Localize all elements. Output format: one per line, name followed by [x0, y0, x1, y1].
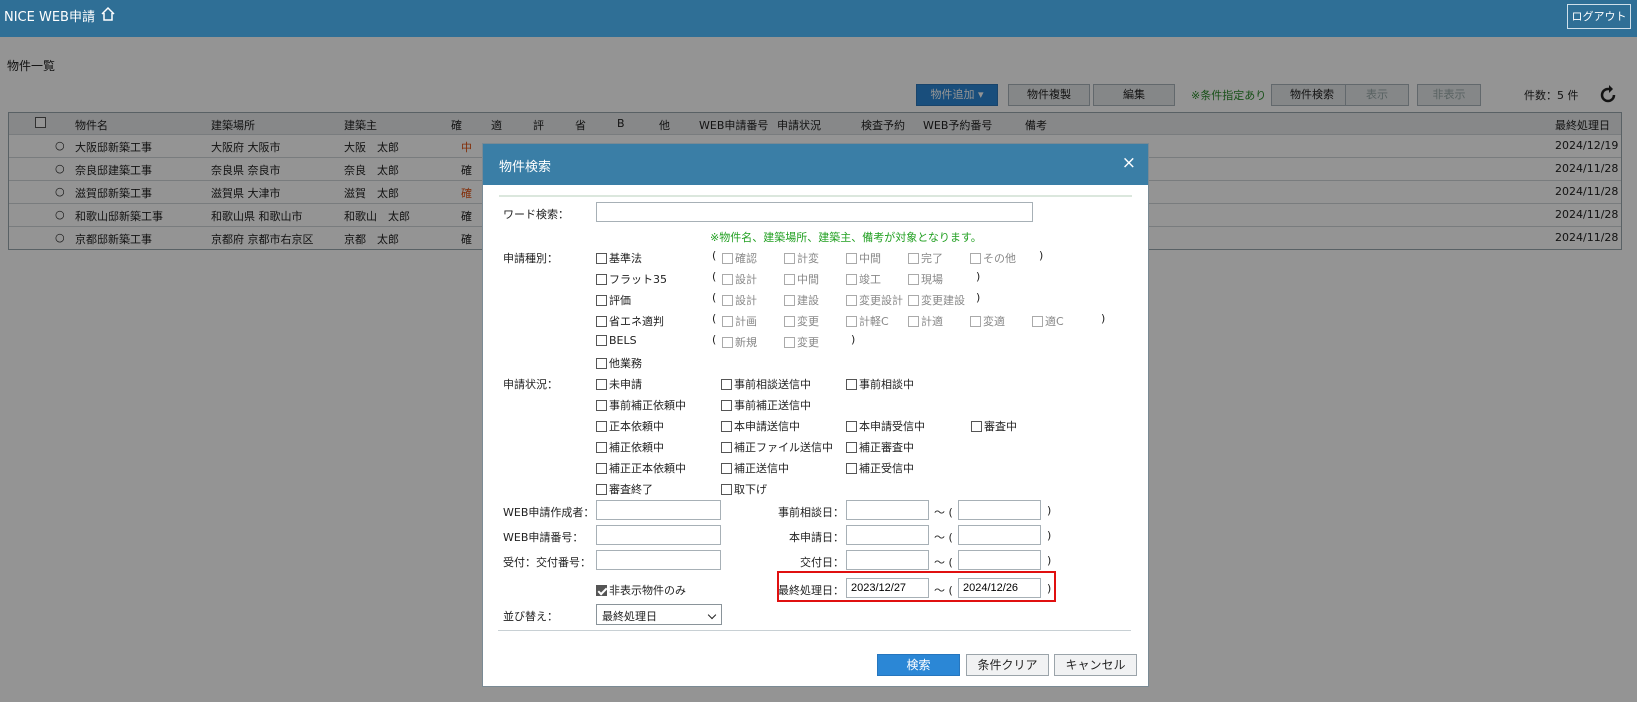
checkbox-status[interactable]: 本申請受信中	[846, 418, 925, 434]
paren-open: (	[712, 312, 717, 325]
checkbox-sub[interactable]: 設計	[722, 292, 757, 308]
checkbox-sub[interactable]: 中間	[784, 271, 819, 287]
checkbox-sub[interactable]: 計画	[722, 313, 757, 329]
checkbox-sub[interactable]: 現場	[908, 271, 943, 287]
checkbox-status[interactable]: 審査中	[971, 418, 1017, 434]
checkbox-sub[interactable]: 設計	[722, 271, 757, 287]
status-label: 申請状況：	[503, 378, 558, 391]
creator-input[interactable]	[596, 500, 721, 520]
checkbox-status[interactable]: 本申請送信中	[721, 418, 800, 434]
highlight-box	[777, 571, 1056, 602]
checkbox-sub[interactable]: 変更	[784, 334, 819, 350]
checkbox-sub[interactable]: 変更建設	[908, 292, 965, 308]
sort-select[interactable]: 最終処理日	[596, 604, 722, 625]
checkbox-sub[interactable]: その他	[970, 250, 1016, 266]
checkbox-status[interactable]: 事前補正送信中	[721, 397, 811, 413]
app-title: NICE WEB申請	[4, 10, 95, 25]
checkbox-kijunho[interactable]: 基準法	[596, 250, 642, 266]
checkbox-sub[interactable]: 確認	[722, 250, 757, 266]
checkbox-sub[interactable]: 建設	[784, 292, 819, 308]
range-end: )	[1047, 504, 1052, 517]
checkbox-status[interactable]: 補正ファイル送信中	[721, 439, 833, 455]
checkbox-status[interactable]: 審査終了	[596, 481, 653, 497]
checkbox-sub[interactable]: 変適	[970, 313, 1005, 329]
checkbox-status[interactable]: 事前相談中	[846, 376, 914, 392]
checkbox-status[interactable]: 未申請	[596, 376, 642, 392]
word-search-note: ※物件名、建築場所、建築主、備考が対象となります。	[710, 231, 982, 244]
checkbox-sub[interactable]: 計適	[908, 313, 943, 329]
web-number-label: WEB申請番号：	[503, 531, 584, 544]
paren-close: )	[1039, 249, 1044, 262]
checkbox-flat35[interactable]: フラット35	[596, 271, 667, 287]
checkbox-bels[interactable]: BELS	[596, 334, 637, 347]
issue-date-from[interactable]	[846, 550, 929, 570]
checkbox-sub[interactable]: 計変	[784, 250, 819, 266]
web-number-input[interactable]	[596, 525, 721, 545]
paren-close: )	[1101, 312, 1106, 325]
checkbox-status[interactable]: 補正送信中	[721, 460, 789, 476]
checkbox-status[interactable]: 事前補正依頼中	[596, 397, 686, 413]
range-separator: ～ (	[934, 506, 953, 519]
paren-close: )	[976, 270, 981, 283]
search-dialog: 物件検索 ×	[482, 143, 1149, 687]
application-type-label: 申請種別：	[503, 252, 558, 265]
paren-open: (	[712, 333, 717, 346]
range-separator: ～ (	[934, 531, 953, 544]
close-icon[interactable]: ×	[1122, 154, 1136, 172]
main-app-date-label: 本申請日：	[789, 531, 844, 544]
divider	[498, 630, 1131, 631]
checkbox-status[interactable]: 事前相談送信中	[721, 376, 811, 392]
checkbox-sub[interactable]: 中間	[846, 250, 881, 266]
main-app-date-to[interactable]	[958, 525, 1041, 545]
cancel-button[interactable]: キャンセル	[1054, 654, 1137, 676]
chevron-down-icon	[707, 610, 717, 620]
checkbox-hyoka[interactable]: 評価	[596, 292, 631, 308]
checkbox-status[interactable]: 補正受信中	[846, 460, 914, 476]
checkbox-status[interactable]: 補正正本依頼中	[596, 460, 686, 476]
creator-label: WEB申請作成者：	[503, 506, 595, 519]
dialog-header: 物件検索 ×	[483, 144, 1148, 185]
range-end: )	[1047, 529, 1052, 542]
checkbox-sub[interactable]: 変更設計	[846, 292, 903, 308]
receipt-number-label: 受付：交付番号：	[503, 556, 591, 569]
checkbox-sub[interactable]: 変更	[784, 313, 819, 329]
divider	[499, 195, 1132, 197]
top-bar: NICE WEB申請 ログアウト	[0, 0, 1637, 37]
word-search-input[interactable]	[596, 202, 1033, 222]
sort-label: 並び替え：	[503, 610, 558, 623]
home-icon[interactable]	[100, 6, 116, 22]
paren-close: )	[851, 333, 856, 346]
pre-consult-date-to[interactable]	[958, 500, 1041, 520]
checkbox-sub[interactable]: 竣工	[846, 271, 881, 287]
clear-conditions-button[interactable]: 条件クリア	[966, 654, 1049, 676]
hidden-only-checkbox[interactable]: 非表示物件のみ	[596, 582, 686, 598]
paren-open: (	[712, 270, 717, 283]
checkbox-sub[interactable]: 新規	[722, 334, 757, 350]
main-app-date-from[interactable]	[846, 525, 929, 545]
checkbox-sub[interactable]: 適C	[1032, 313, 1064, 329]
checkbox-shoene[interactable]: 省エネ適判	[596, 313, 664, 329]
issue-date-label: 交付日：	[800, 556, 844, 569]
checkbox-sub[interactable]: 完了	[908, 250, 943, 266]
range-separator: ～ (	[934, 556, 953, 569]
logout-button[interactable]: ログアウト	[1567, 4, 1631, 29]
checkbox-status[interactable]: 補正審査中	[846, 439, 914, 455]
checkbox-other-business[interactable]: 他業務	[596, 355, 642, 371]
issue-date-to[interactable]	[958, 550, 1041, 570]
search-button[interactable]: 検索	[877, 654, 960, 676]
pre-consult-date-from[interactable]	[846, 500, 929, 520]
dialog-title: 物件検索	[499, 160, 552, 175]
paren-close: )	[976, 291, 981, 304]
pre-consult-date-label: 事前相談日：	[778, 506, 844, 519]
checkbox-status[interactable]: 補正依頼中	[596, 439, 664, 455]
word-search-label: ワード検索：	[503, 208, 569, 221]
paren-open: (	[712, 249, 717, 262]
receipt-number-input[interactable]	[596, 550, 721, 570]
paren-open: (	[712, 291, 717, 304]
checkbox-sub[interactable]: 計軽C	[846, 313, 889, 329]
range-end: )	[1047, 554, 1052, 567]
checkbox-status[interactable]: 正本依頼中	[596, 418, 664, 434]
checkbox-status[interactable]: 取下げ	[721, 481, 767, 497]
